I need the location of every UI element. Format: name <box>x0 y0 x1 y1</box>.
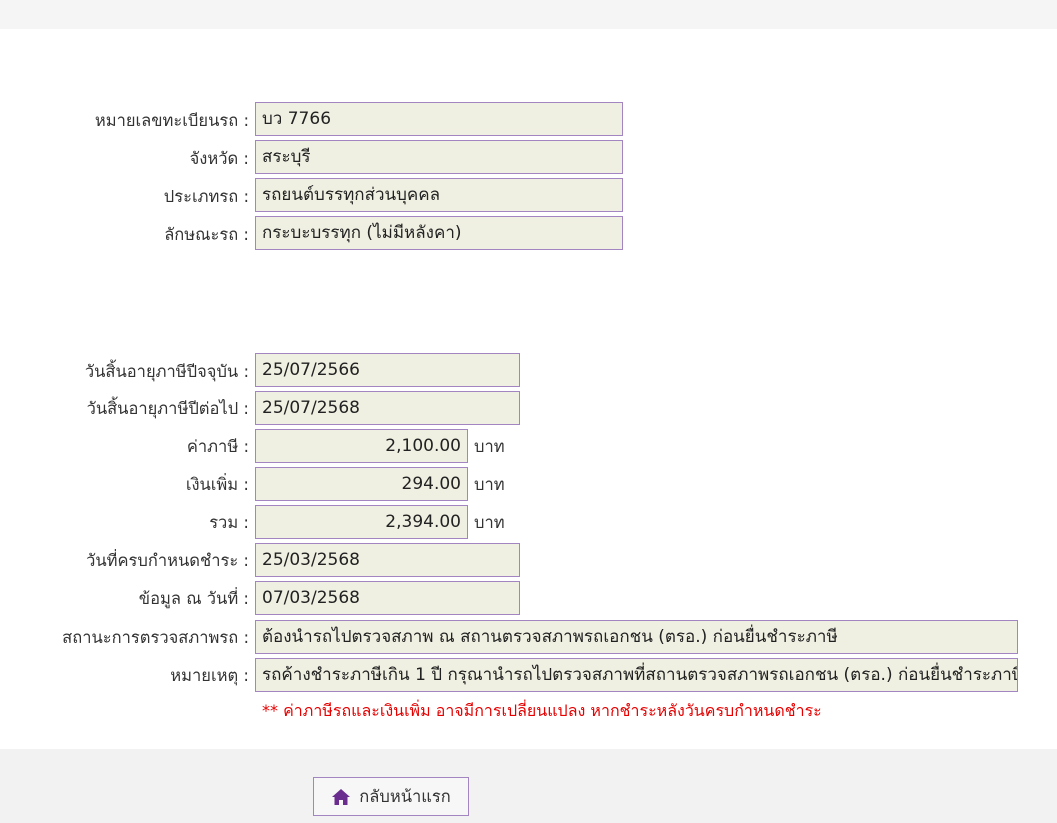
province-field: สระบุรี <box>255 140 623 174</box>
surcharge-label: เงินเพิ่ม : <box>185 475 249 494</box>
remark-field: รถค้างชำระภาษีเกิน 1 ปี กรุณานำรถไปตรวจส… <box>255 658 1018 692</box>
remark-label: หมายเหตุ : <box>170 666 249 685</box>
next-expiry-field: 25/07/2568 <box>255 391 520 425</box>
plate-label: หมายเลขทะเบียนรถ : <box>94 111 249 130</box>
vehicle-body-label: ลักษณะรถ : <box>164 225 249 244</box>
home-icon <box>331 788 351 806</box>
bottom-bar <box>0 749 1057 823</box>
due-date-field: 25/03/2568 <box>255 543 520 577</box>
tax-fee-field: 2,100.00 <box>255 429 468 463</box>
warning-note: ** ค่าภาษีรถและเงินเพิ่ม อาจมีการเปลี่ยน… <box>262 701 822 720</box>
data-date-label: ข้อมูล ณ วันที่ : <box>138 589 249 608</box>
province-label: จังหวัด : <box>189 149 249 168</box>
due-date-label: วันที่ครบกำหนดชำระ : <box>86 551 249 570</box>
vehicle-type-field: รถยนต์บรรทุกส่วนบุคคล <box>255 178 623 212</box>
total-label: รวม : <box>209 513 249 532</box>
tax-fee-label: ค่าภาษี : <box>186 437 249 456</box>
vehicle-type-label: ประเภทรถ : <box>163 187 249 206</box>
surcharge-unit: บาท <box>474 475 505 494</box>
total-field: 2,394.00 <box>255 505 468 539</box>
vehicle-body-field: กระบะบรรทุก (ไม่มีหลังคา) <box>255 216 623 250</box>
plate-field: บว 7766 <box>255 102 623 136</box>
home-button-label: กลับหน้าแรก <box>359 786 451 806</box>
home-button[interactable]: กลับหน้าแรก <box>313 777 469 816</box>
surcharge-field: 294.00 <box>255 467 468 501</box>
inspection-status-label: สถานะการตรวจสภาพรถ : <box>62 628 249 647</box>
current-expiry-field: 25/07/2566 <box>255 353 520 387</box>
top-bar <box>0 0 1057 29</box>
inspection-status-field: ต้องนำรถไปตรวจสภาพ ณ สถานตรวจสภาพรถเอกชน… <box>255 620 1018 654</box>
total-unit: บาท <box>474 513 505 532</box>
tax-fee-unit: บาท <box>474 437 505 456</box>
current-expiry-label: วันสิ้นอายุภาษีปีจจุบัน : <box>84 362 249 381</box>
next-expiry-label: วันสิ้นอายุภาษีปีต่อไป : <box>86 399 249 418</box>
data-date-field: 07/03/2568 <box>255 581 520 615</box>
